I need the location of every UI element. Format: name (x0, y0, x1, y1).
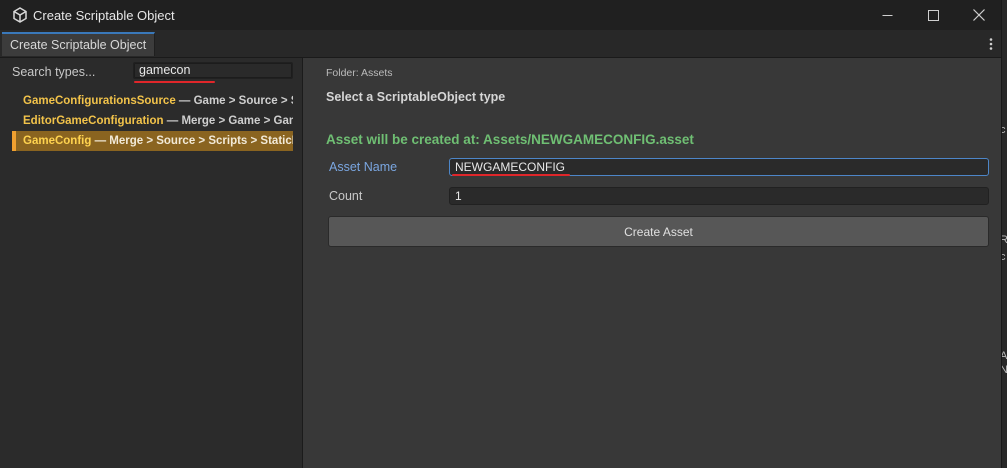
list-item[interactable]: GameConfigurationsSource — Game > Source… (12, 91, 293, 111)
window-title: Create Scriptable Object (33, 8, 175, 23)
maximize-icon (927, 9, 939, 21)
list-item-selected[interactable]: GameConfig — Merge > Source > Scripts > … (12, 131, 293, 151)
type-name: EditorGameConfiguration (23, 115, 164, 127)
create-asset-button[interactable]: Create Asset (328, 216, 989, 247)
type-name: GameConfig (23, 135, 92, 147)
search-label: Search types... (12, 65, 96, 79)
type-path: — Game > Source > Scripts (178, 95, 293, 107)
highlight-underline (452, 174, 570, 176)
create-asset-label: Create Asset (624, 224, 693, 239)
unity-cube-icon (13, 7, 27, 23)
title-bar[interactable]: Create Scriptable Object (0, 0, 1001, 30)
minimize-icon (882, 14, 892, 16)
asset-path-message: Asset will be created at: Assets/NEWGAME… (326, 132, 694, 147)
list-item[interactable]: EditorGameConfiguration — Merge > Game >… (12, 111, 293, 131)
folder-label: Folder: Assets (326, 67, 393, 79)
asset-details-pane: Folder: Assets Select a ScriptableObject… (303, 58, 1001, 468)
tab-label: Create Scriptable Object (10, 38, 147, 52)
maximize-button[interactable] (910, 0, 956, 30)
count-input[interactable]: 1 (449, 187, 989, 205)
close-button[interactable] (956, 0, 1002, 30)
count-label: Count (329, 189, 363, 203)
asset-name-label: Asset Name (329, 160, 398, 174)
minimize-button[interactable] (864, 0, 910, 30)
type-name: GameConfigurationsSource (23, 95, 176, 107)
select-type-heading: Select a ScriptableObject type (326, 90, 506, 104)
type-results-list: GameConfigurationsSource — Game > Source… (12, 91, 293, 151)
more-options-icon[interactable] (989, 38, 993, 50)
close-icon (973, 9, 985, 21)
highlight-underline (134, 81, 215, 83)
create-scriptable-object-window: Create Scriptable Object Create Scriptab… (0, 0, 1002, 468)
type-search-pane: Search types... gamecon GameConfiguratio… (0, 58, 303, 468)
type-path: — Merge > Game > Game (163, 115, 293, 127)
type-path: — Merge > Source > Scripts > StaticData (94, 135, 293, 147)
tab-create-scriptable-object[interactable]: Create Scriptable Object (2, 32, 156, 56)
search-input[interactable]: gamecon (133, 62, 293, 79)
tab-bar: Create Scriptable Object (0, 30, 1001, 58)
